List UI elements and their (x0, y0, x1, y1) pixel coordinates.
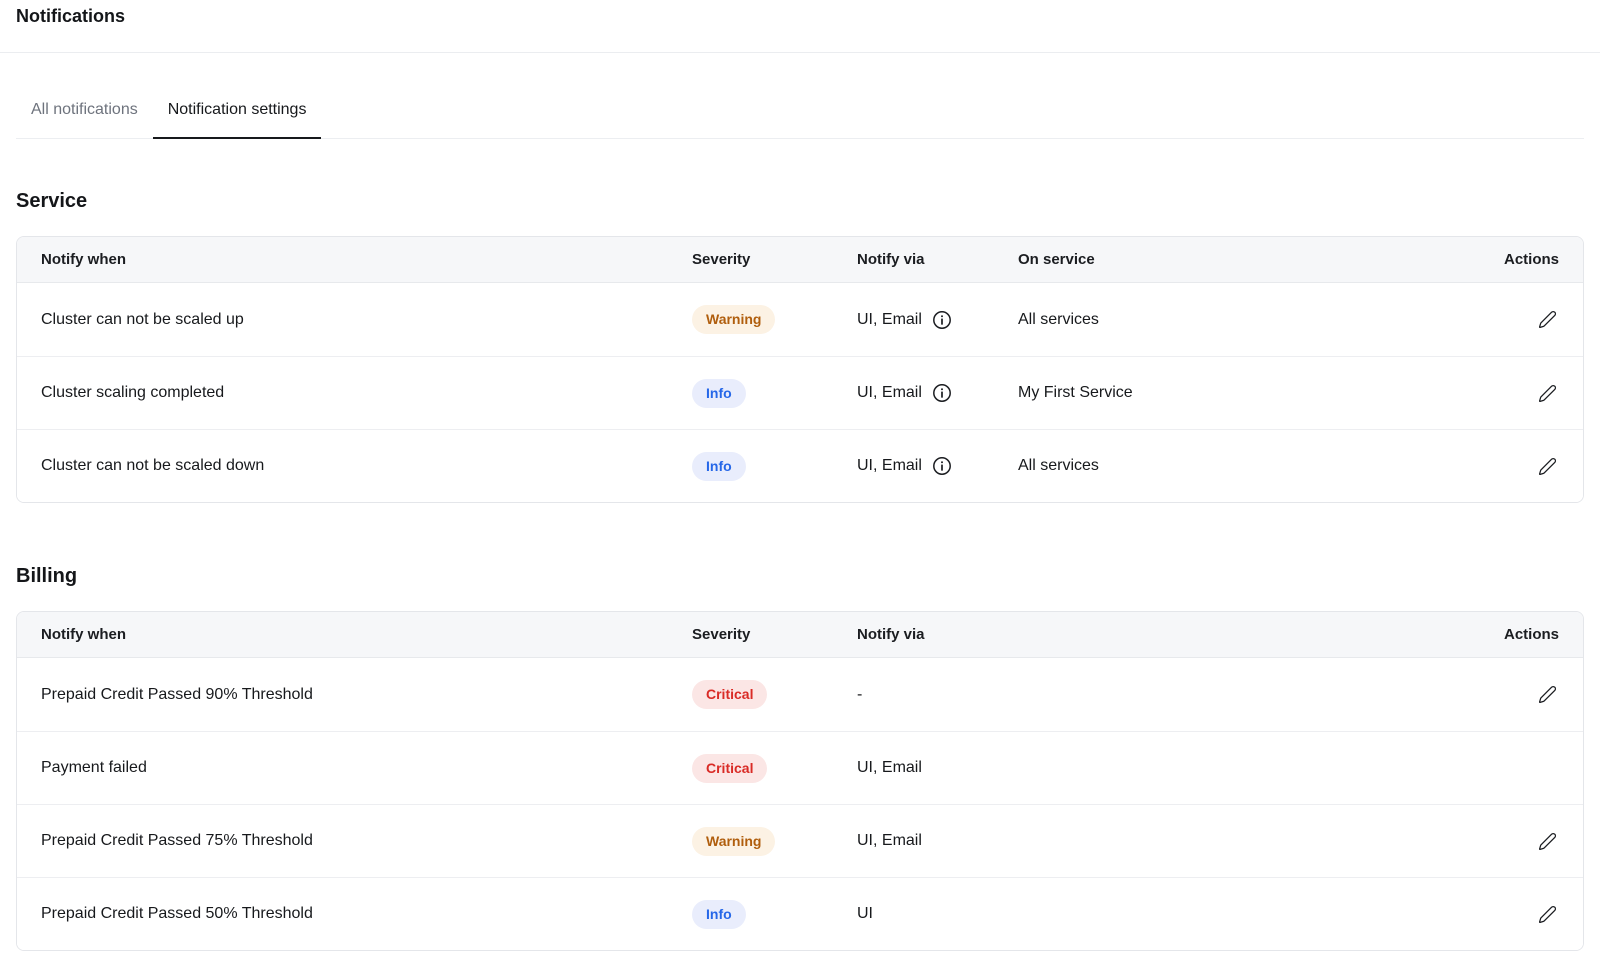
notify-via-cell: - (857, 686, 1489, 704)
table-row: Prepaid Credit Passed 75% ThresholdWarni… (17, 804, 1583, 877)
actions-cell (1489, 830, 1559, 853)
table-header-row: Notify whenSeverityNotify viaOn serviceA… (17, 237, 1583, 283)
table-row: Cluster can not be scaled upWarning UI, E… (17, 283, 1583, 356)
column-header-notify-when: Notify when (41, 251, 692, 268)
notify-via-value: - (857, 686, 862, 704)
table-row: Cluster can not be scaled downInfo UI, Em… (17, 429, 1583, 502)
column-header-notify-via: Notify via (857, 251, 1018, 268)
notify-via-value: UI, Email (857, 832, 922, 850)
notify-when-cell: Prepaid Credit Passed 75% Threshold (41, 832, 692, 850)
notify-via-cell: UI, Email (857, 759, 1489, 777)
table-row: Prepaid Credit Passed 50% ThresholdInfo U… (17, 877, 1583, 950)
billing-table: Notify whenSeverityNotify viaActionsPrep… (16, 611, 1584, 951)
info-icon[interactable] (932, 456, 952, 476)
severity-badge-info: Info (692, 379, 746, 408)
table-header-row: Notify whenSeverityNotify viaActions (17, 612, 1583, 658)
column-header-notify-when: Notify when (41, 626, 692, 643)
actions-cell (1489, 683, 1559, 706)
edit-button[interactable] (1536, 382, 1559, 405)
notify-when-cell: Prepaid Credit Passed 50% Threshold (41, 905, 692, 923)
pencil-icon (1538, 685, 1557, 704)
notify-when-cell: Cluster can not be scaled down (41, 457, 692, 475)
info-icon[interactable] (932, 310, 952, 330)
tab-all-notifications[interactable]: All notifications (16, 100, 153, 139)
pencil-icon (1538, 832, 1557, 851)
page-title: Notifications (16, 5, 1584, 27)
edit-button[interactable] (1536, 903, 1559, 926)
notifications-page: Notifications All notificationsNotificat… (0, 0, 1600, 951)
column-header-actions: Actions (1489, 251, 1559, 268)
severity-cell: Critical (692, 754, 857, 783)
section-service: Service Notify whenSeverityNotify viaOn s… (0, 187, 1600, 503)
column-header-severity: Severity (692, 251, 857, 268)
notify-via-value: UI, Email (857, 759, 922, 777)
column-header-notify-via: Notify via (857, 626, 1489, 643)
actions-cell (1489, 382, 1559, 405)
tab-notification-settings[interactable]: Notification settings (153, 100, 322, 139)
actions-cell (1489, 308, 1559, 331)
section-title-billing: Billing (16, 562, 1584, 590)
column-header-on-service: On service (1018, 251, 1489, 268)
notify-via-value: UI, Email (857, 457, 922, 475)
notify-when-cell: Cluster can not be scaled up (41, 311, 692, 329)
edit-button[interactable] (1536, 683, 1559, 706)
severity-badge-warning: Warning (692, 305, 775, 334)
section-title-service: Service (16, 187, 1584, 215)
on-service-cell: My First Service (1018, 384, 1489, 402)
notify-via-cell: UI, Email (857, 310, 1018, 330)
notify-when-cell: Prepaid Credit Passed 90% Threshold (41, 686, 692, 704)
pencil-icon (1538, 384, 1557, 403)
actions-cell (1489, 903, 1559, 926)
edit-button[interactable] (1536, 830, 1559, 853)
severity-cell: Warning (692, 305, 857, 334)
on-service-cell: All services (1018, 311, 1489, 329)
notify-via-value: UI (857, 905, 873, 923)
severity-cell: Info (692, 452, 857, 481)
severity-badge-critical: Critical (692, 754, 767, 783)
severity-badge-info: Info (692, 452, 746, 481)
edit-button[interactable] (1536, 455, 1559, 478)
notify-via-value: UI, Email (857, 311, 922, 329)
notify-when-cell: Payment failed (41, 759, 692, 777)
on-service-cell: All services (1018, 457, 1489, 475)
pencil-icon (1538, 310, 1557, 329)
section-billing: Billing Notify whenSeverityNotify viaActi… (0, 562, 1600, 951)
pencil-icon (1538, 905, 1557, 924)
notify-via-cell: UI (857, 905, 1489, 923)
severity-cell: Critical (692, 680, 857, 709)
notify-via-cell: UI, Email (857, 832, 1489, 850)
edit-button[interactable] (1536, 308, 1559, 331)
table-row: Payment failedCritical UI, Email (17, 731, 1583, 804)
severity-badge-critical: Critical (692, 680, 767, 709)
notify-when-cell: Cluster scaling completed (41, 384, 692, 402)
column-header-actions: Actions (1489, 626, 1559, 643)
severity-badge-info: Info (692, 900, 746, 929)
severity-cell: Warning (692, 827, 857, 856)
severity-cell: Info (692, 379, 857, 408)
notify-via-cell: UI, Email (857, 456, 1018, 476)
table-row: Cluster scaling completedInfo UI, Email My… (17, 356, 1583, 429)
table-row: Prepaid Credit Passed 90% ThresholdCriti… (17, 658, 1583, 731)
tab-bar: All notificationsNotification settings (16, 100, 1584, 139)
page-header: Notifications (0, 0, 1600, 53)
notify-via-value: UI, Email (857, 384, 922, 402)
notify-via-cell: UI, Email (857, 383, 1018, 403)
severity-badge-warning: Warning (692, 827, 775, 856)
actions-cell (1489, 455, 1559, 478)
column-header-severity: Severity (692, 626, 857, 643)
service-table: Notify whenSeverityNotify viaOn serviceA… (16, 236, 1584, 503)
notification-settings-content: ServiceNotify whenSeverityNotify viaOn s… (0, 187, 1600, 951)
pencil-icon (1538, 457, 1557, 476)
severity-cell: Info (692, 900, 857, 929)
info-icon[interactable] (932, 383, 952, 403)
